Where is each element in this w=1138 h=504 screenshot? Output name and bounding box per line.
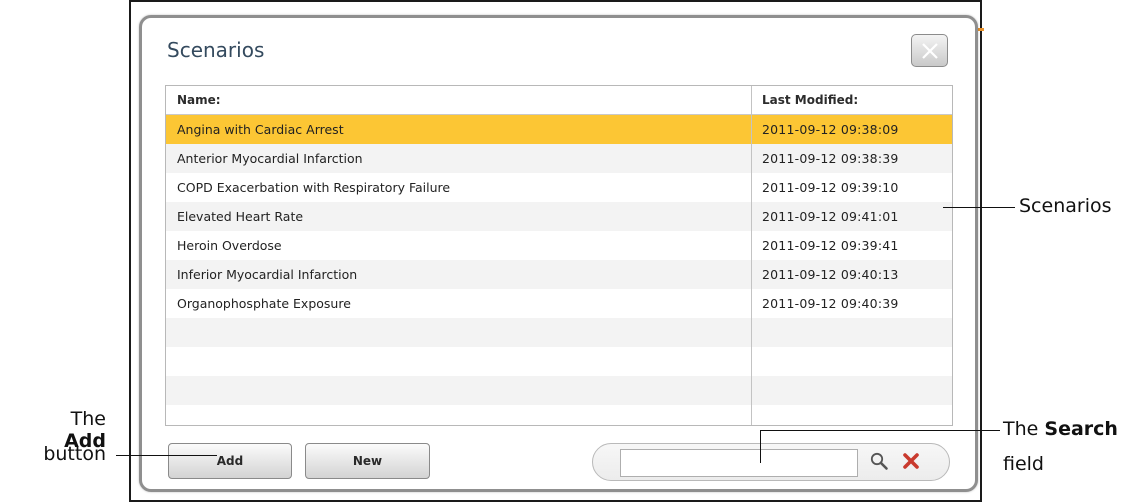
empty-table-row (166, 347, 952, 376)
dialog-title: Scenarios (167, 38, 265, 62)
table-row[interactable]: Organophosphate Exposure 2011-09-12 09:40… (166, 289, 952, 318)
last-modified: 2011-09-12 09:38:09 (762, 122, 899, 137)
last-modified: 2011-09-12 09:40:39 (762, 296, 899, 311)
scenario-name: Anterior Myocardial Infarction (177, 151, 363, 166)
last-modified: 2011-09-12 09:41:01 (762, 209, 899, 224)
scenario-name: Inferior Myocardial Infarction (177, 267, 358, 282)
column-header-name[interactable]: Name: (177, 93, 221, 107)
scenario-name: Organophosphate Exposure (177, 296, 351, 311)
search-input[interactable] (620, 449, 858, 477)
table-row[interactable]: Heroin Overdose 2011-09-12 09:39:41 (166, 231, 952, 260)
scenario-name: Heroin Overdose (177, 238, 282, 253)
table-row[interactable]: Elevated Heart Rate 2011-09-12 09:41:01 (166, 202, 952, 231)
callout-scenarios: Scenarios (1019, 195, 1112, 217)
empty-table-row (166, 318, 952, 347)
search-icon[interactable] (869, 451, 889, 471)
scenario-name: COPD Exacerbation with Respiratory Failu… (177, 180, 451, 195)
callout-add-prefix: The (70, 408, 106, 430)
table-row[interactable]: COPD Exacerbation with Respiratory Failu… (166, 173, 952, 202)
last-modified: 2011-09-12 09:39:10 (762, 180, 899, 195)
callout-search-bold: Search (1044, 418, 1118, 440)
close-icon (922, 43, 938, 59)
callout-search-prefix: The (1003, 418, 1039, 440)
column-header-last-modified[interactable]: Last Modified: (762, 93, 858, 107)
callout-add-line2: button (43, 443, 106, 465)
table-row[interactable]: Anterior Myocardial Infarction 2011-09-12… (166, 144, 952, 173)
table-row[interactable]: Inferior Myocardial Infarction 2011-09-12… (166, 260, 952, 289)
scenario-name: Elevated Heart Rate (177, 209, 304, 224)
table-row[interactable]: Angina with Cardiac Arrest 2011-09-12 09:… (166, 115, 952, 144)
table-header: Name: Last Modified: (166, 86, 952, 115)
column-divider (751, 86, 752, 425)
callout-line-scenarios (943, 207, 1015, 208)
add-button[interactable]: Add (168, 443, 292, 479)
close-button[interactable] (911, 34, 948, 67)
last-modified: 2011-09-12 09:40:13 (762, 267, 899, 282)
callout-line-add (116, 455, 217, 456)
empty-table-row (166, 405, 952, 425)
callout-search-line2: field (1003, 453, 1044, 475)
callout-line-search-v (760, 430, 761, 463)
clear-search-icon[interactable] (901, 451, 921, 471)
callout-line-search-h (760, 430, 1000, 431)
new-button[interactable]: New (305, 443, 430, 479)
scenarios-table: Name: Last Modified: Angina with Cardiac… (165, 85, 953, 426)
last-modified: 2011-09-12 09:38:39 (762, 151, 899, 166)
empty-table-row (166, 376, 952, 405)
callout-search-line1: The Search (1003, 418, 1118, 440)
scenario-name: Angina with Cardiac Arrest (177, 122, 344, 137)
last-modified: 2011-09-12 09:39:41 (762, 238, 899, 253)
